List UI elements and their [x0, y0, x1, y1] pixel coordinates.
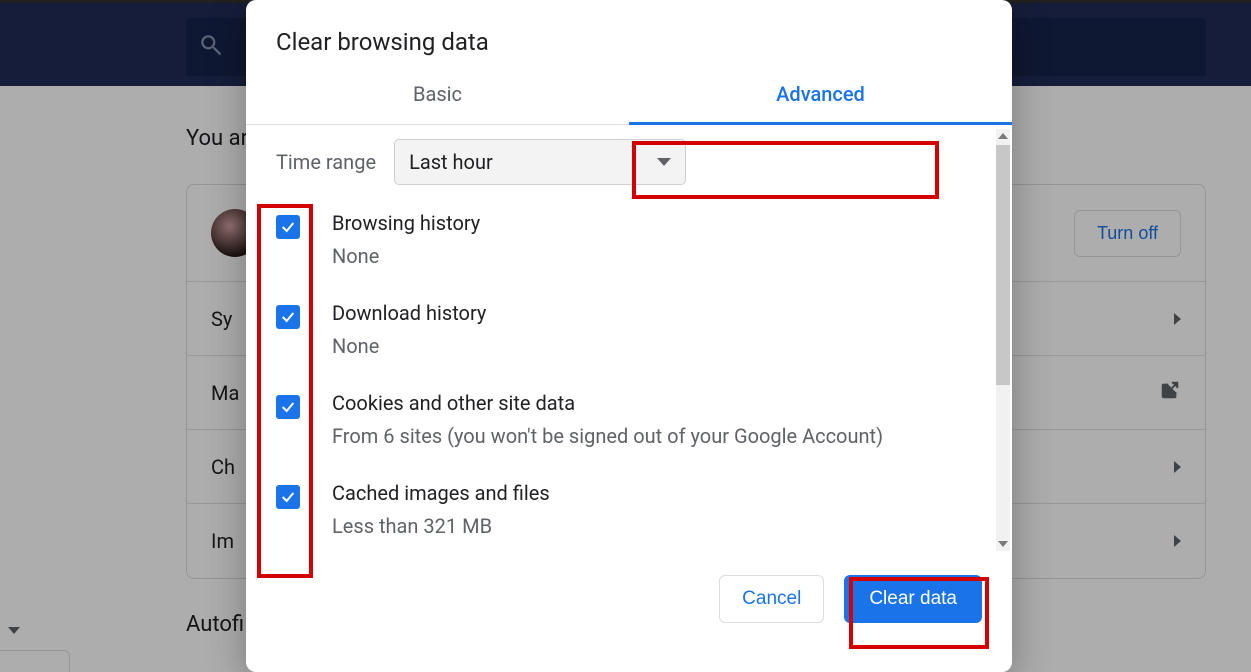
dialog-footer: Cancel Clear data	[246, 555, 1012, 649]
cancel-button[interactable]: Cancel	[719, 575, 824, 623]
time-range-row: Time range Last hour	[276, 139, 982, 185]
option-subtitle: From 6 sites (you won't be signed out of…	[332, 422, 883, 451]
option-subtitle: Less than 321 MB	[332, 512, 550, 541]
option-title: Cached images and files	[332, 479, 550, 508]
option-title: Download history	[332, 299, 486, 328]
dialog-tabs: Basic Advanced	[246, 66, 1012, 125]
option-subtitle: None	[332, 242, 480, 271]
option-subtitle: None	[332, 332, 486, 361]
checkbox-browsing-history[interactable]	[276, 215, 300, 239]
checkbox-cached[interactable]	[276, 485, 300, 509]
checkbox-cookies[interactable]	[276, 395, 300, 419]
scroll-up-icon[interactable]	[996, 129, 1010, 143]
option-cookies[interactable]: Cookies and other site data From 6 sites…	[276, 389, 982, 451]
chevron-down-icon	[657, 158, 671, 166]
time-range-select[interactable]: Last hour	[394, 139, 686, 185]
option-browsing-history[interactable]: Browsing history None	[276, 209, 982, 271]
clear-options-list: Browsing history None Download history N…	[276, 209, 982, 555]
time-range-value: Last hour	[409, 150, 493, 174]
scrollbar-thumb[interactable]	[996, 145, 1010, 385]
dialog-body: Time range Last hour Browsing history No…	[246, 125, 1012, 555]
scroll-down-icon[interactable]	[996, 537, 1010, 551]
time-range-label: Time range	[276, 150, 376, 174]
tab-basic[interactable]: Basic	[246, 66, 629, 124]
option-download-history[interactable]: Download history None	[276, 299, 982, 361]
clear-browsing-data-dialog: Clear browsing data Basic Advanced Time …	[246, 0, 1012, 672]
option-title: Browsing history	[332, 209, 480, 238]
tab-advanced[interactable]: Advanced	[629, 66, 1012, 124]
dialog-title: Clear browsing data	[246, 0, 1012, 66]
option-cached[interactable]: Cached images and files Less than 321 MB	[276, 479, 982, 541]
clear-data-button[interactable]: Clear data	[844, 575, 982, 623]
option-title: Cookies and other site data	[332, 389, 883, 418]
checkbox-download-history[interactable]	[276, 305, 300, 329]
